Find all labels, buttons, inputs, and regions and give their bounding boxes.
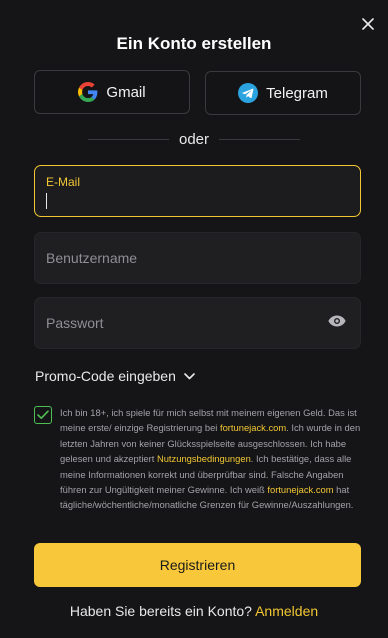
text-caret [46, 193, 47, 209]
email-field[interactable]: E-Mail [34, 165, 361, 217]
gmail-label: Gmail [106, 83, 146, 101]
terms-link-conditions[interactable]: Nutzungsbedingungen [157, 453, 251, 464]
login-link[interactable]: Anmelden [255, 603, 318, 619]
login-prompt-text: Haben Sie bereits ein Konto? [69, 603, 256, 619]
register-button[interactable]: Registrieren [34, 543, 361, 587]
username-placeholder: Benutzername [46, 250, 138, 266]
close-button[interactable] [356, 12, 380, 36]
divider-text: oder [178, 131, 210, 148]
terms-link-site-2[interactable]: fortunejack.com [267, 484, 333, 495]
password-placeholder: Passwort [46, 315, 104, 331]
terms-checkbox[interactable] [34, 406, 52, 424]
telegram-label: Telegram [266, 84, 328, 102]
login-prompt: Haben Sie bereits ein Konto? Anmelden [0, 603, 388, 619]
email-label: E-Mail [46, 175, 81, 189]
chevron-down-icon [184, 372, 195, 379]
divider-line-right [219, 139, 300, 140]
divider-line-left [88, 139, 169, 140]
telegram-icon [238, 83, 259, 103]
gmail-signup-button[interactable]: Gmail [34, 70, 190, 114]
telegram-signup-button[interactable]: Telegram [205, 71, 361, 115]
terms-link-site[interactable]: fortunejack.com [220, 422, 286, 433]
eye-icon [328, 315, 346, 327]
promo-code-toggle[interactable]: Promo-Code eingeben [35, 368, 195, 384]
or-divider: oder [88, 131, 300, 148]
terms-text: Ich bin 18+, ich spiele für mich selbst … [60, 405, 361, 513]
promo-code-label: Promo-Code eingeben [35, 368, 176, 384]
checkmark-icon [37, 410, 49, 419]
show-password-toggle[interactable] [328, 314, 346, 332]
close-icon [362, 18, 374, 30]
terms-section: Ich bin 18+, ich spiele für mich selbst … [34, 405, 361, 513]
page-title: Ein Konto erstellen [116, 34, 272, 53]
username-field[interactable]: Benutzername [34, 232, 361, 284]
google-icon [78, 82, 98, 102]
password-field[interactable]: Passwort [34, 297, 361, 349]
